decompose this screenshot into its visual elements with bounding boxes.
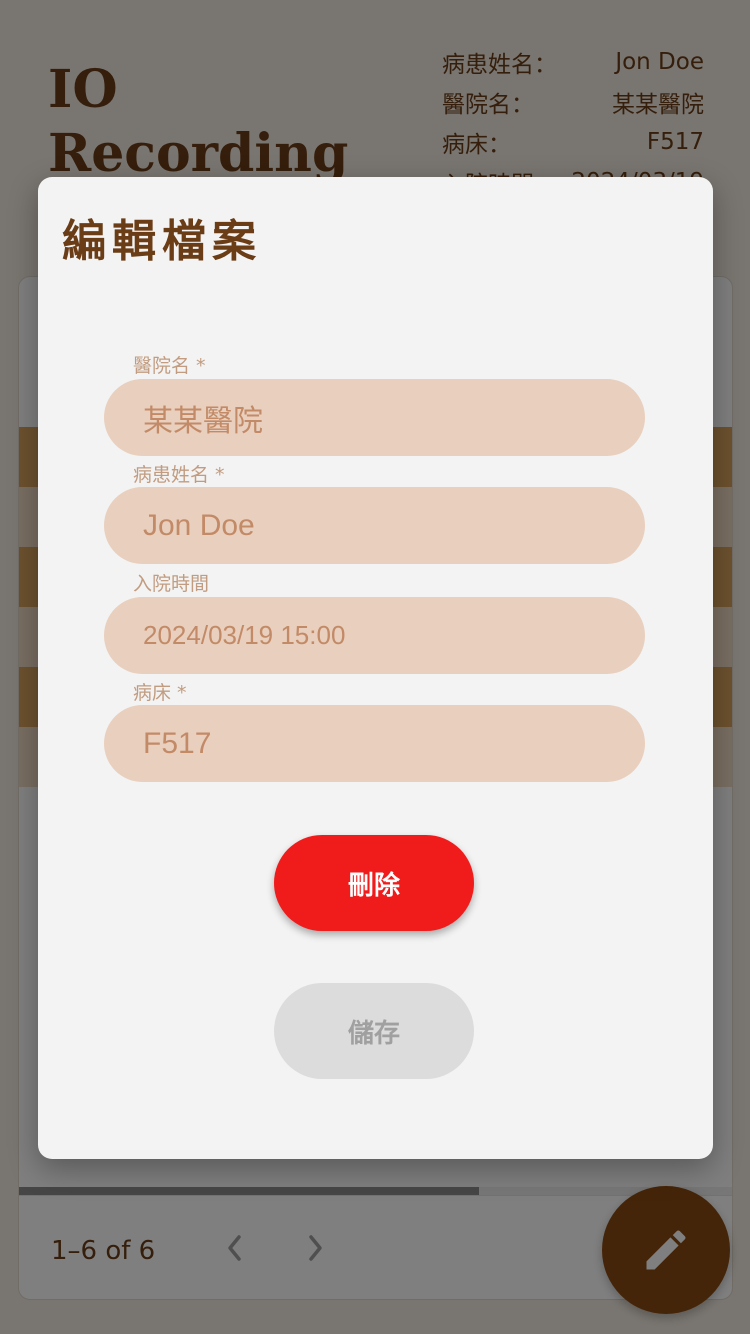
patient-name-field-label: 病患姓名 * xyxy=(133,464,225,486)
delete-button[interactable]: 刪除 xyxy=(274,835,474,931)
bed-field[interactable]: F517 xyxy=(104,705,645,782)
dialog-title: 編輯檔案 xyxy=(62,216,262,267)
bed-field-label: 病床 * xyxy=(133,682,187,704)
patient-name-field[interactable]: Jon Doe xyxy=(104,487,645,564)
admission-time-field[interactable]: 2024/03/19 15:00 xyxy=(104,597,645,674)
admission-time-field-label: 入院時間 xyxy=(133,573,210,595)
save-button[interactable]: 儲存 xyxy=(274,983,474,1079)
hospital-field[interactable]: 某某醫院 xyxy=(104,379,645,456)
hospital-field-label: 醫院名 * xyxy=(133,355,206,377)
edit-record-dialog: 編輯檔案 醫院名 * 某某醫院 病患姓名 * Jon Doe 入院時間 2024… xyxy=(38,177,713,1159)
